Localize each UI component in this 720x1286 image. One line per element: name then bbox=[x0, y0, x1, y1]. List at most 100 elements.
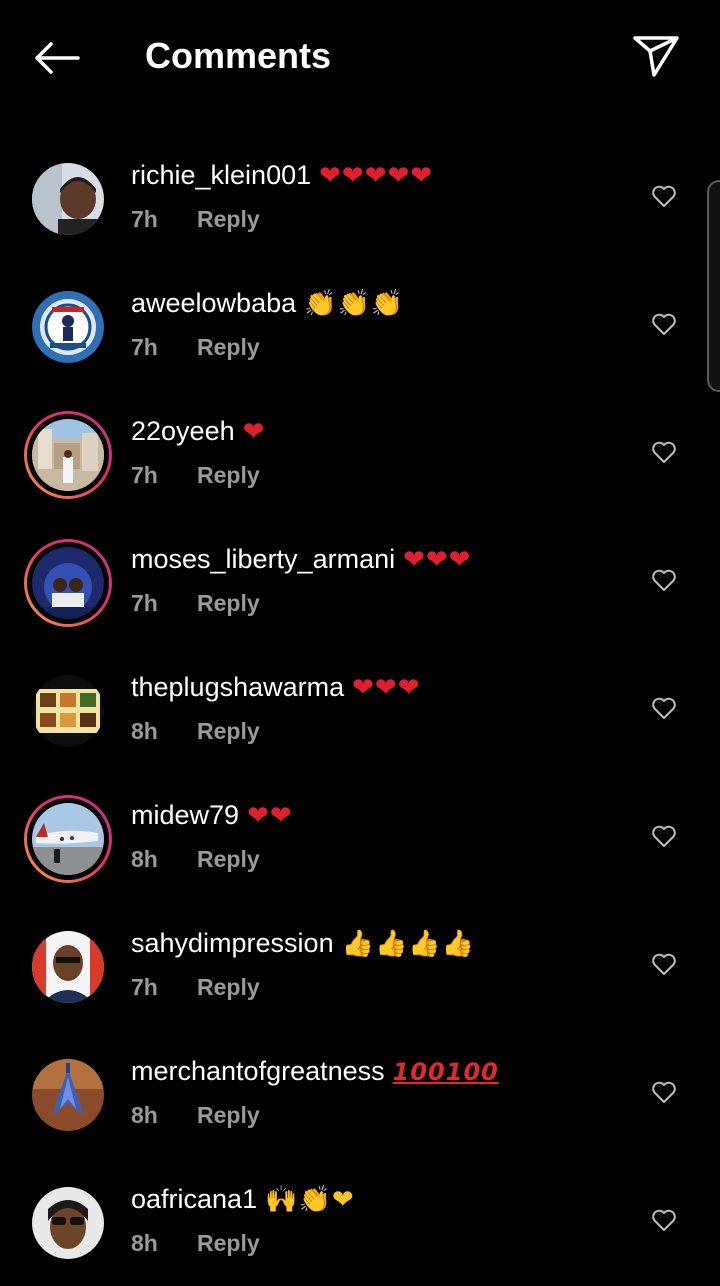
heart-outline-icon bbox=[652, 441, 676, 463]
comment-meta: 8h Reply bbox=[131, 716, 260, 746]
timestamp: 7h bbox=[131, 590, 158, 616]
username[interactable]: richie_klein001 bbox=[131, 160, 311, 190]
timestamp: 7h bbox=[131, 462, 158, 488]
share-button[interactable] bbox=[628, 30, 684, 82]
username[interactable]: moses_liberty_armani bbox=[131, 544, 395, 574]
comments-list: richie_klein001 ❤❤❤❤❤ 7h Reply aweelowba… bbox=[0, 134, 720, 1286]
timestamp: 7h bbox=[131, 334, 158, 360]
comment-meta: 8h Reply bbox=[131, 1228, 260, 1258]
page-title: Comments bbox=[145, 35, 332, 76]
comment-row: midew79 ❤❤ 8h Reply bbox=[0, 774, 720, 902]
comment-emoji: 👍👍👍👍 bbox=[341, 929, 476, 959]
comment-text: moses_liberty_armani ❤❤❤ bbox=[131, 542, 471, 577]
timestamp: 8h bbox=[131, 1230, 158, 1256]
avatar[interactable] bbox=[32, 675, 104, 747]
avatar bbox=[32, 547, 104, 619]
comment-text: sahydimpression 👍👍👍👍 bbox=[131, 926, 475, 961]
comment-emoji: ❤❤❤❤❤ bbox=[319, 161, 434, 191]
username[interactable]: aweelowbaba bbox=[131, 288, 296, 318]
avatar-story-ring[interactable] bbox=[24, 539, 112, 627]
reply-button[interactable]: Reply bbox=[197, 590, 260, 616]
timestamp: 7h bbox=[131, 206, 158, 232]
comment-meta: 7h Reply bbox=[131, 972, 260, 1002]
username[interactable]: midew79 bbox=[131, 800, 239, 830]
comment-meta: 7h Reply bbox=[131, 332, 260, 362]
heart-outline-icon bbox=[652, 697, 676, 719]
like-button[interactable] bbox=[648, 564, 680, 596]
comment-text: midew79 ❤❤ bbox=[131, 798, 293, 833]
reply-button[interactable]: Reply bbox=[197, 974, 260, 1000]
comment-meta: 7h Reply bbox=[131, 588, 260, 618]
top-bar: Comments bbox=[0, 0, 720, 112]
username[interactable]: sahydimpression bbox=[131, 928, 334, 958]
avatar bbox=[32, 803, 104, 875]
like-button[interactable] bbox=[648, 436, 680, 468]
like-button[interactable] bbox=[648, 820, 680, 852]
avatar[interactable] bbox=[32, 291, 104, 363]
reply-button[interactable]: Reply bbox=[197, 1230, 260, 1256]
comment-meta: 8h Reply bbox=[131, 844, 260, 874]
paper-plane-icon bbox=[633, 36, 679, 77]
like-button[interactable] bbox=[648, 180, 680, 212]
comment-row: richie_klein001 ❤❤❤❤❤ 7h Reply bbox=[0, 134, 720, 262]
comment-text: richie_klein001 ❤❤❤❤❤ bbox=[131, 158, 433, 193]
comment-emoji: 👏👏👏 bbox=[304, 289, 405, 319]
back-button[interactable] bbox=[28, 34, 84, 82]
avatar-story-ring[interactable] bbox=[24, 795, 112, 883]
username[interactable]: merchantofgreatness bbox=[131, 1056, 385, 1086]
reply-button[interactable]: Reply bbox=[197, 334, 260, 360]
timestamp: 7h bbox=[131, 974, 158, 1000]
reply-button[interactable]: Reply bbox=[197, 1102, 260, 1128]
timestamp: 8h bbox=[131, 846, 158, 872]
username[interactable]: 22oyeeh bbox=[131, 416, 235, 446]
comment-row: moses_liberty_armani ❤❤❤ 7h Reply bbox=[0, 518, 720, 646]
timestamp: 8h bbox=[131, 1102, 158, 1128]
comment-text: theplugshawarma ❤❤❤ bbox=[131, 670, 421, 705]
comment-text: merchantofgreatness 100100 bbox=[131, 1054, 499, 1089]
comment-emoji: ❤ bbox=[242, 417, 266, 447]
comment-meta: 8h Reply bbox=[131, 1100, 260, 1130]
comment-meta: 7h Reply bbox=[131, 204, 260, 234]
comment-emoji: ❤❤ bbox=[247, 801, 293, 831]
avatar[interactable] bbox=[32, 163, 104, 235]
timestamp: 8h bbox=[131, 718, 158, 744]
comment-emoji: ❤❤❤ bbox=[403, 545, 472, 575]
like-button[interactable] bbox=[648, 1076, 680, 1108]
reply-button[interactable]: Reply bbox=[197, 718, 260, 744]
avatar[interactable] bbox=[32, 1059, 104, 1131]
scrollbar[interactable] bbox=[707, 180, 720, 392]
comment-emoji: 100100 bbox=[392, 1058, 499, 1086]
heart-outline-icon bbox=[652, 185, 676, 207]
comment-row: aweelowbaba 👏👏👏 7h Reply bbox=[0, 262, 720, 390]
heart-outline-icon bbox=[652, 569, 676, 591]
comment-emoji: ❤❤❤ bbox=[352, 673, 421, 703]
avatar[interactable] bbox=[32, 931, 104, 1003]
reply-button[interactable]: Reply bbox=[197, 846, 260, 872]
comment-meta: 7h Reply bbox=[131, 460, 260, 490]
reply-button[interactable]: Reply bbox=[197, 206, 260, 232]
comment-row: oafricana1 🙌👏❤ 8h Reply bbox=[0, 1158, 720, 1286]
comment-row: merchantofgreatness 100100 8h Reply bbox=[0, 1030, 720, 1158]
avatar bbox=[32, 419, 104, 491]
like-button[interactable] bbox=[648, 1204, 680, 1236]
heart-outline-icon bbox=[652, 953, 676, 975]
like-button[interactable] bbox=[648, 948, 680, 980]
comment-row: theplugshawarma ❤❤❤ 8h Reply bbox=[0, 646, 720, 774]
like-button[interactable] bbox=[648, 308, 680, 340]
heart-outline-icon bbox=[652, 825, 676, 847]
avatar[interactable] bbox=[32, 1187, 104, 1259]
comment-text: 22oyeeh ❤ bbox=[131, 414, 265, 449]
like-button[interactable] bbox=[648, 692, 680, 724]
comment-text: oafricana1 🙌👏❤ bbox=[131, 1182, 355, 1217]
username[interactable]: oafricana1 bbox=[131, 1184, 257, 1214]
comment-emoji: 🙌👏❤ bbox=[265, 1185, 355, 1215]
avatar-story-ring[interactable] bbox=[24, 411, 112, 499]
comment-row: sahydimpression 👍👍👍👍 7h Reply bbox=[0, 902, 720, 1030]
comment-text: aweelowbaba 👏👏👏 bbox=[131, 286, 404, 321]
arrow-left-icon bbox=[35, 42, 80, 74]
heart-outline-icon bbox=[652, 313, 676, 335]
reply-button[interactable]: Reply bbox=[197, 462, 260, 488]
username[interactable]: theplugshawarma bbox=[131, 672, 344, 702]
comment-row: 22oyeeh ❤ 7h Reply bbox=[0, 390, 720, 518]
heart-outline-icon bbox=[652, 1209, 676, 1231]
